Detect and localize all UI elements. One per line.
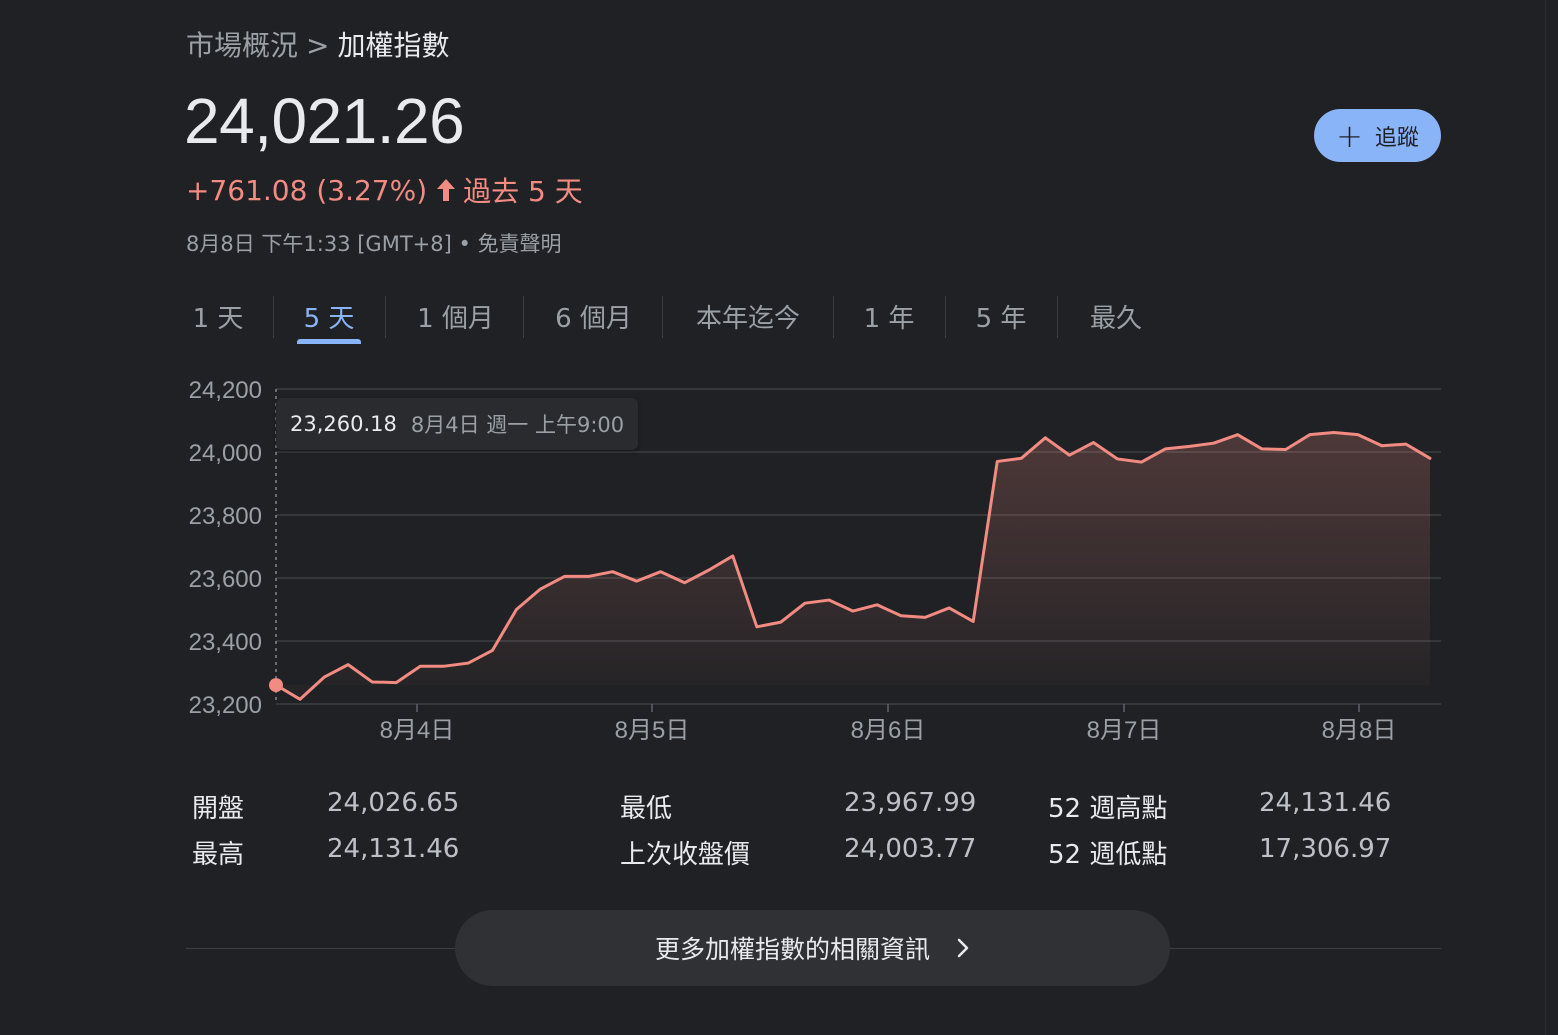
breadcrumb-separator: > (306, 29, 330, 62)
tab-divider (385, 296, 386, 338)
arrow-up-icon (437, 179, 456, 201)
chart-hover-point (269, 678, 283, 693)
tab-label: 1 個月 (417, 304, 494, 334)
tab-1-month[interactable]: 1 個月 (409, 290, 502, 346)
tab-divider (945, 296, 946, 338)
stat-label-high: 最高 (192, 840, 245, 870)
tab-divider (1057, 296, 1058, 338)
stat-value-52w-low: 17,306.97 (1259, 834, 1392, 864)
stat-label-prev-close: 上次收盤價 (620, 840, 751, 870)
price-change: +761.08 (3.27%) 過去 5 天 (186, 170, 583, 210)
chart-area-fill (276, 432, 1430, 700)
stat-label-open: 開盤 (192, 794, 245, 824)
more-info-label: 更多加權指數的相關資訊 (654, 935, 930, 964)
tab-divider (833, 296, 834, 338)
index-price: 24,021.26 (184, 85, 465, 157)
tab-label: 6 個月 (555, 304, 632, 334)
tab-label: 本年迄今 (695, 304, 800, 334)
tab-label: 5 年 (975, 304, 1027, 334)
stat-value-low: 23,967.99 (844, 788, 977, 818)
y-tick-label: 24,000 (189, 440, 262, 467)
timestamp-bullet: • (458, 232, 471, 256)
price-change-value: +761.08 (3.27%) (186, 173, 428, 207)
x-tick-label: 8月5日 (615, 717, 690, 744)
tab-1-day[interactable]: 1 天 (186, 290, 250, 346)
tooltip-time: 8月4日 週一 上午9:00 (410, 413, 625, 437)
tab-divider (662, 296, 663, 338)
tab-label: 5 天 (303, 304, 355, 334)
x-tick-label: 8月7日 (1087, 717, 1162, 744)
divider-left (186, 948, 456, 949)
y-tick-label: 23,400 (189, 629, 262, 656)
active-tab-indicator (297, 339, 361, 344)
tab-ytd[interactable]: 本年迄今 (686, 290, 810, 346)
tooltip-value: 23,260.18 (290, 412, 397, 436)
x-tick-label: 8月4日 (380, 717, 455, 744)
chart-tooltip: 23,260.18 8月4日 週一 上午9:00 (276, 398, 639, 450)
quote-timestamp: 8月8日 下午1:33 [GMT+8] • 免責聲明 (186, 228, 562, 258)
tab-divider (273, 296, 274, 338)
tab-max[interactable]: 最久 (1081, 290, 1151, 346)
stat-label-52w-high: 52 週高點 (1048, 794, 1168, 824)
tab-6-month[interactable]: 6 個月 (547, 290, 640, 346)
stat-value-prev-close: 24,003.77 (844, 834, 977, 864)
tab-5-day[interactable]: 5 天 (297, 290, 361, 346)
y-tick-label: 23,200 (189, 692, 262, 719)
timestamp-text: 8月8日 下午1:33 [GMT+8] (186, 232, 452, 256)
follow-button[interactable]: + 追蹤 (1314, 109, 1441, 162)
stat-label-52w-low: 52 週低點 (1048, 840, 1168, 870)
tab-label: 1 年 (863, 304, 915, 334)
stat-value-52w-high: 24,131.46 (1259, 788, 1392, 818)
y-tick-label: 24,200 (189, 377, 262, 404)
x-tick-label: 8月6日 (851, 717, 926, 744)
plus-icon: + (1336, 116, 1363, 155)
tab-1-year[interactable]: 1 年 (857, 290, 921, 346)
tab-label: 最久 (1089, 304, 1142, 334)
price-change-period: 過去 5 天 (463, 175, 583, 208)
price-chart[interactable]: 24,200 24,000 23,800 23,600 23,400 23,200 8月4日… (0, 360, 1558, 760)
more-info-button[interactable]: 更多加權指數的相關資訊 (455, 910, 1170, 986)
stat-value-high: 24,131.46 (327, 834, 460, 864)
divider-right (1170, 948, 1441, 949)
breadcrumb: 市場概況 > 加權指數 (186, 24, 450, 64)
follow-button-label: 追蹤 (1374, 125, 1419, 151)
tab-label: 1 天 (192, 304, 244, 334)
tab-5-year[interactable]: 5 年 (969, 290, 1033, 346)
chevron-right-icon (957, 938, 969, 958)
stat-label-low: 最低 (620, 794, 673, 824)
stat-value-open: 24,026.65 (327, 788, 460, 818)
x-tick-label: 8月8日 (1322, 717, 1397, 744)
tab-divider (523, 296, 524, 338)
breadcrumb-current: 加權指數 (337, 29, 450, 62)
disclaimer-link[interactable]: 免責聲明 (478, 232, 562, 256)
breadcrumb-parent[interactable]: 市場概況 (186, 29, 298, 62)
y-tick-label: 23,800 (189, 503, 262, 530)
y-tick-label: 23,600 (189, 566, 262, 593)
